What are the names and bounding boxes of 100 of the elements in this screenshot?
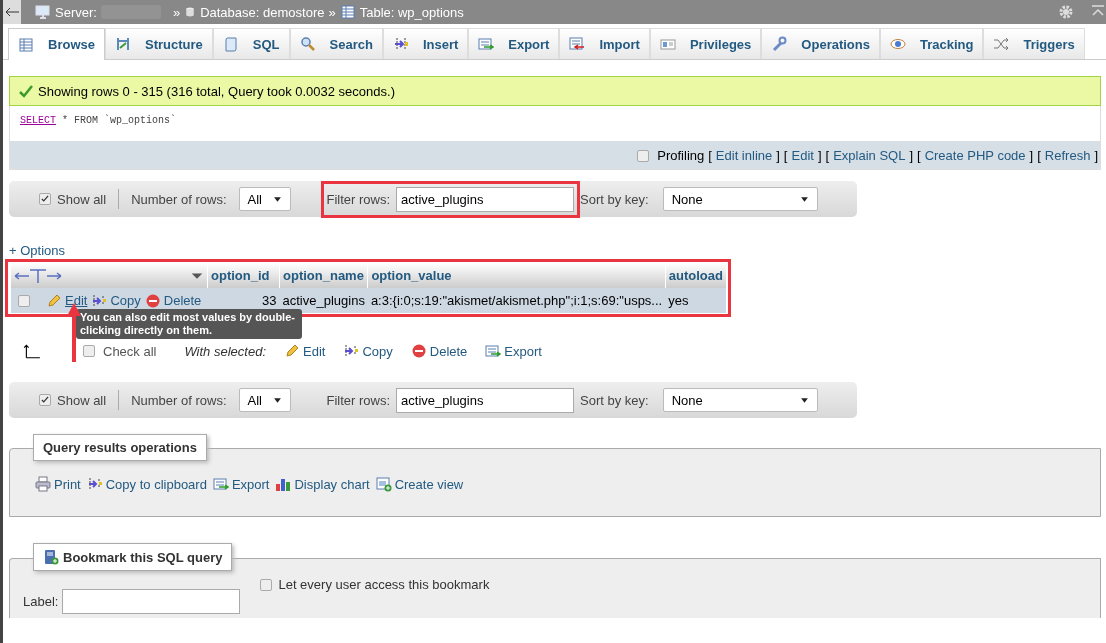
operation-link[interactable]: Print	[35, 476, 81, 492]
breadcrumb-link[interactable]: Table: wp_options	[359, 4, 464, 20]
caret-icon	[272, 194, 282, 204]
label-field[interactable]	[62, 589, 241, 614]
success-message: Showing rows 0 - 315 (316 total, Query took 0.0032 seconds.)	[38, 83, 395, 99]
breadcrumb-link[interactable]: Server:	[55, 4, 97, 20]
column-header[interactable]: option_id	[207, 263, 280, 288]
tab[interactable]: Privileges	[649, 28, 762, 59]
table-icon	[18, 36, 34, 53]
bulk-action-button[interactable]: Edit	[284, 343, 326, 359]
checkbox[interactable]	[39, 193, 51, 205]
caret-icon	[799, 194, 809, 204]
operation-link[interactable]: Copy to clipboard	[86, 476, 207, 492]
wrench-icon	[771, 36, 788, 52]
search-icon	[299, 36, 316, 52]
check-icon	[18, 83, 34, 99]
filter-field[interactable]: active_plugins	[396, 387, 575, 413]
rows-label: Number of rows:	[131, 392, 227, 408]
eye-icon	[889, 36, 906, 52]
action-link[interactable]: Refresh	[1044, 148, 1091, 163]
column-header[interactable]: autoload	[665, 263, 727, 288]
import-icon	[569, 36, 586, 52]
tab[interactable]: Search	[289, 28, 383, 59]
tooltip: You can also edit most values by double-clicking directly on them.	[76, 309, 302, 339]
rows-dropdown[interactable]: All	[238, 187, 291, 211]
caret-icon	[799, 395, 809, 405]
show-all-label: Show all	[57, 392, 107, 408]
monitor-icon	[35, 4, 51, 20]
column-resize-icon	[14, 267, 62, 284]
checkbox[interactable]	[18, 294, 30, 307]
column-header[interactable]: option_name	[279, 263, 368, 288]
table-cell: active_plugins	[279, 288, 368, 313]
tab[interactable]: Operations	[761, 28, 880, 59]
copy-icon	[91, 292, 108, 309]
tab[interactable]: Import	[559, 28, 650, 59]
checkmark-icon	[40, 395, 50, 405]
bracket: ]	[817, 148, 822, 163]
settings-icon	[1058, 4, 1074, 20]
bracket: ]	[1094, 148, 1098, 163]
operation-link[interactable]: Create view	[375, 476, 464, 492]
pencil-icon	[284, 343, 300, 359]
scroll-icon	[222, 36, 239, 52]
checkbox[interactable]	[83, 345, 95, 357]
table-icon	[339, 4, 356, 20]
bar-chart-icon	[275, 476, 292, 492]
sort-label: Sort by key:	[580, 392, 649, 408]
row-action-link[interactable]: Copy	[91, 292, 141, 309]
bracket: [	[917, 148, 921, 163]
show-all-label: Show all	[57, 191, 107, 207]
row-action-link[interactable]: Delete	[144, 292, 202, 309]
sort-dropdown[interactable]: None	[662, 187, 818, 211]
bracket: ]	[776, 148, 780, 163]
checkbox[interactable]	[39, 394, 51, 406]
sql-query: SELECT * FROM `wp_options`	[10, 106, 1100, 141]
bulk-action-button[interactable]: Export	[485, 343, 542, 359]
options-link[interactable]: + Options	[9, 244, 65, 258]
export-icon	[212, 476, 229, 492]
book-icon	[43, 549, 59, 565]
delete-icon	[410, 343, 427, 359]
action-link[interactable]: Explain SQL	[833, 148, 906, 163]
delete-icon	[144, 292, 161, 309]
tab[interactable]: Triggers	[983, 28, 1085, 59]
structure-icon	[114, 36, 131, 52]
bracket: [	[825, 148, 830, 163]
sort-dropdown[interactable]: None	[662, 388, 818, 412]
breadcrumb-link[interactable]: Database: demostore	[200, 4, 325, 20]
caret-icon	[272, 395, 282, 405]
rows-label: Number of rows:	[131, 191, 227, 207]
action-link[interactable]: Edit	[791, 148, 814, 163]
label-label: Label:	[23, 594, 59, 609]
bracket: [	[783, 148, 788, 163]
filter-label: Filter rows:	[326, 191, 391, 207]
table-cell: yes	[665, 288, 727, 313]
operation-link[interactable]: Export	[212, 476, 270, 492]
tab[interactable]: Export	[468, 28, 560, 59]
operation-link[interactable]: Display chart	[275, 476, 370, 492]
tab[interactable]: Structure	[104, 28, 213, 59]
action-link[interactable]: Edit inline	[715, 148, 773, 163]
filter-field[interactable]: active_plugins	[396, 186, 575, 212]
shared-label: Let every user access this bookmark	[278, 577, 490, 592]
copy-icon	[343, 343, 360, 359]
bulk-action-button[interactable]: Delete	[410, 343, 468, 359]
insert-icon	[392, 36, 409, 52]
tab[interactable]: Tracking	[879, 28, 984, 59]
row-action-link[interactable]: Edit	[46, 292, 88, 309]
export-icon	[485, 343, 502, 359]
shuffle-icon	[993, 36, 1010, 52]
checkbox[interactable]	[637, 149, 650, 162]
panel-legend: Query results operations	[33, 434, 207, 461]
bracket: [	[708, 148, 712, 163]
action-link[interactable]: Create PHP code	[924, 148, 1026, 163]
column-header[interactable]: option_value	[367, 263, 666, 288]
bulk-action-button[interactable]: Copy	[343, 343, 393, 359]
with-selected-label: With selected:	[184, 343, 266, 359]
back-button[interactable]	[3, 0, 21, 24]
tab[interactable]: SQL	[212, 28, 290, 59]
tab[interactable]: Insert	[382, 28, 469, 59]
checkbox[interactable]	[260, 578, 273, 591]
tab[interactable]: Browse	[8, 28, 105, 60]
rows-dropdown[interactable]: All	[238, 388, 291, 412]
